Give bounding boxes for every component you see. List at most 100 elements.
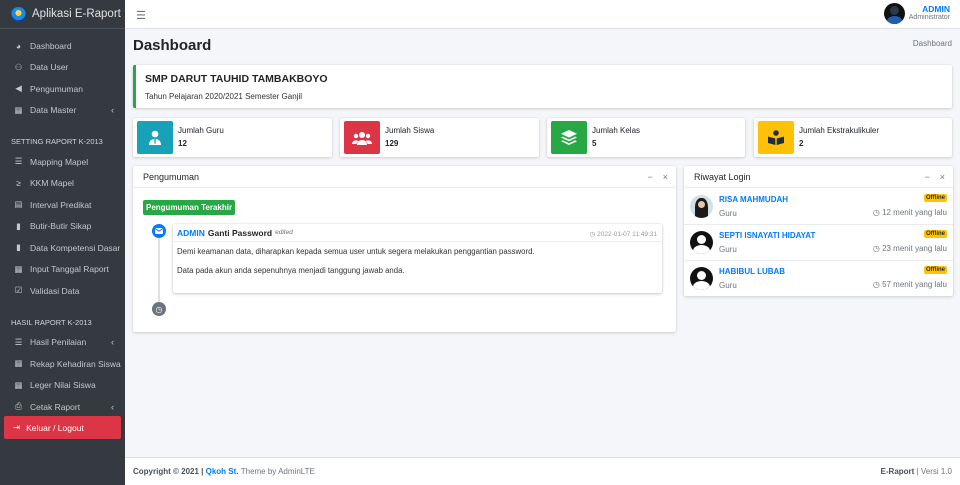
clock-icon: ◷ [152,302,166,316]
tachometer-icon: ◕ [15,40,22,51]
login-user-name[interactable]: SEPTI ISNAYATI HIDAYAT [719,231,815,240]
login-time-text: 12 menit yang lalu [882,208,947,217]
timeline-author-link[interactable]: ADMIN [177,228,205,238]
sidebar-header-setting: SETTING RAPORT K-2013 [11,137,103,146]
brand-link[interactable]: Aplikasi E-Raport [0,0,125,29]
sidebar-item-label: Data Kompetensi Dasar [30,242,121,253]
sidebar-item-butir-sikap[interactable]: ▮ Butir-Butir Sikap [0,216,125,238]
sidebar-item-label: Leger Nilai Siswa [30,380,96,391]
sign-out-icon: ⇥ [13,422,21,432]
sidebar-item-cetak-raport[interactable]: ⎙ Cetak Raport ‹ [0,396,125,418]
sidebar-item-mapping-mapel[interactable]: ☰ Mapping Mapel [0,151,125,173]
sidebar-item-label: Butir-Butir Sikap [30,221,92,232]
brand-title: Aplikasi E-Raport [32,8,121,20]
sidebar-item-data-user[interactable]: ⚇ Data User [0,57,125,79]
login-time-text: 57 menit yang lalu [882,280,947,289]
footer-app-name: E-Raport [880,467,915,476]
stat-value: 2 [799,138,804,148]
sidebar-item-rekap-kehadiran[interactable]: ▦ Rekap Kehadiran Siswa [0,353,125,375]
login-user-name[interactable]: HABIBUL LUBAB [719,267,785,276]
layers-icon [551,121,587,154]
sidebar: Aplikasi E-Raport ◕ Dashboard ⚇ Data User … [0,0,125,485]
footer-author-link[interactable]: Qkoh St. [206,467,239,476]
print-icon: ⎙ [15,401,22,412]
timeline-time-text: 2022-01-07 11:49:31 [597,231,657,238]
chevron-left-icon: ‹ [111,401,114,412]
timeline-item: ADMIN Ganti Password edited ◷ 2022-01-07… [173,224,662,293]
table-icon: ▦ [14,104,23,115]
user-role: Administrator [908,14,950,22]
stat-value: 12 [178,138,187,148]
login-time: ◷ 57 menit yang lalu [873,280,947,289]
stat-value: 129 [385,138,399,148]
clock-icon: ◷ [872,244,883,253]
user-tie-icon [137,121,173,154]
sidebar-item-validasi-data[interactable]: ☑ Validasi Data [0,280,125,302]
user-menu[interactable]: ADMIN Administrator [883,3,950,24]
sidebar-item-hasil-penilaian[interactable]: ☰ Hasil Penilaian ‹ [0,332,125,354]
table-icon: ▦ [14,379,23,390]
clock-icon: ◷ [872,208,883,217]
top-navbar: ☰ ADMIN Administrator [125,0,960,29]
footer-theme: Theme by AdminLTE [240,467,315,476]
stat-label: Jumlah Kelas [592,125,641,135]
sidebar-item-kkm-mapel[interactable]: ≥ KKM Mapel [0,173,125,195]
logout-button[interactable]: ⇥ Keluar / Logout [4,416,121,439]
users-icon: ⚇ [14,61,23,72]
close-icon[interactable]: × [663,172,668,182]
footer: Copyright © 2021 | Qkoh St. Theme by Adm… [125,457,960,485]
sidebar-item-label: Data Master [30,105,77,116]
clipboard-icon: ▮ [16,242,21,253]
user-name: ADMIN [922,3,950,14]
stat-box-guru: Jumlah Guru 12 [133,118,332,157]
avatar [883,3,905,24]
avatar [690,231,713,254]
timeline-edited: edited [275,229,293,236]
chevron-left-icon: ‹ [111,337,114,348]
sidebar-item-label: Data User [30,62,69,73]
clock-icon: ◷ [589,231,598,238]
stat-label: Jumlah Siswa [385,125,435,135]
login-user-name[interactable]: RISA MAHMUDAH [719,195,788,204]
sidebar-nav: ◕ Dashboard ⚇ Data User ◀ Pengumuman ▦ Data … [0,35,125,418]
sidebar-item-data-master[interactable]: ▦ Data Master ‹ [0,100,125,122]
logout-label: Keluar / Logout [26,422,84,433]
collapse-icon[interactable]: − [647,172,652,182]
hamburger-menu-icon[interactable]: ☰ [136,9,146,22]
sidebar-item-input-tanggal[interactable]: ▦ Input Tanggal Raport [0,259,125,281]
calendar-check-icon: ▦ [14,358,23,369]
avatar [690,195,713,218]
login-user-role: Guru [719,281,737,290]
sidebar-item-dashboard[interactable]: ◕ Dashboard [0,35,125,57]
sidebar-item-kompetensi-dasar[interactable]: ▮ Data Kompetensi Dasar [0,237,125,259]
sidebar-item-label: Pengumuman [30,83,83,94]
school-callout: SMP DARUT TAUHID TAMBAKBOYO Tahun Pelaja… [133,65,952,108]
sidebar-item-label: Input Tanggal Raport [30,264,109,275]
stat-value: 5 [592,138,597,148]
greater-equal-icon: ≥ [16,178,21,189]
interval-icon: ▤ [14,199,23,210]
status-badge: Offline [924,266,947,274]
book-reader-icon [758,121,794,154]
list-icon: ☰ [14,156,23,167]
sidebar-item-pengumuman[interactable]: ◀ Pengumuman [0,78,125,100]
sidebar-item-label: Validasi Data [30,285,80,296]
footer-version: E-Raport | Versi 1.0 [881,467,952,476]
clock-icon: ◷ [872,280,883,289]
envelope-icon [152,224,166,238]
school-period: Tahun Pelajaran 2020/2021 Semester Ganji… [145,92,302,101]
sidebar-item-interval-predikat[interactable]: ▤ Interval Predikat [0,194,125,216]
bullhorn-icon: ◀ [15,83,22,94]
school-name: SMP DARUT TAUHID TAMBAKBOYO [145,73,328,85]
timeline-body-line: Data pada akun anda sepenuhnya menjadi t… [177,265,405,275]
calendar-icon: ▦ [14,263,23,274]
timeline-action: Ganti Password [207,227,273,238]
close-icon[interactable]: × [940,172,945,182]
status-badge: Offline [924,194,947,202]
breadcrumb[interactable]: Dashboard [913,39,952,48]
sidebar-item-label: KKM Mapel [30,178,74,189]
status-badge: Offline [924,230,947,238]
sidebar-item-label: Cetak Raport [30,401,81,412]
sidebar-item-leger-nilai[interactable]: ▦ Leger Nilai Siswa [0,375,125,397]
collapse-icon[interactable]: − [924,172,929,182]
